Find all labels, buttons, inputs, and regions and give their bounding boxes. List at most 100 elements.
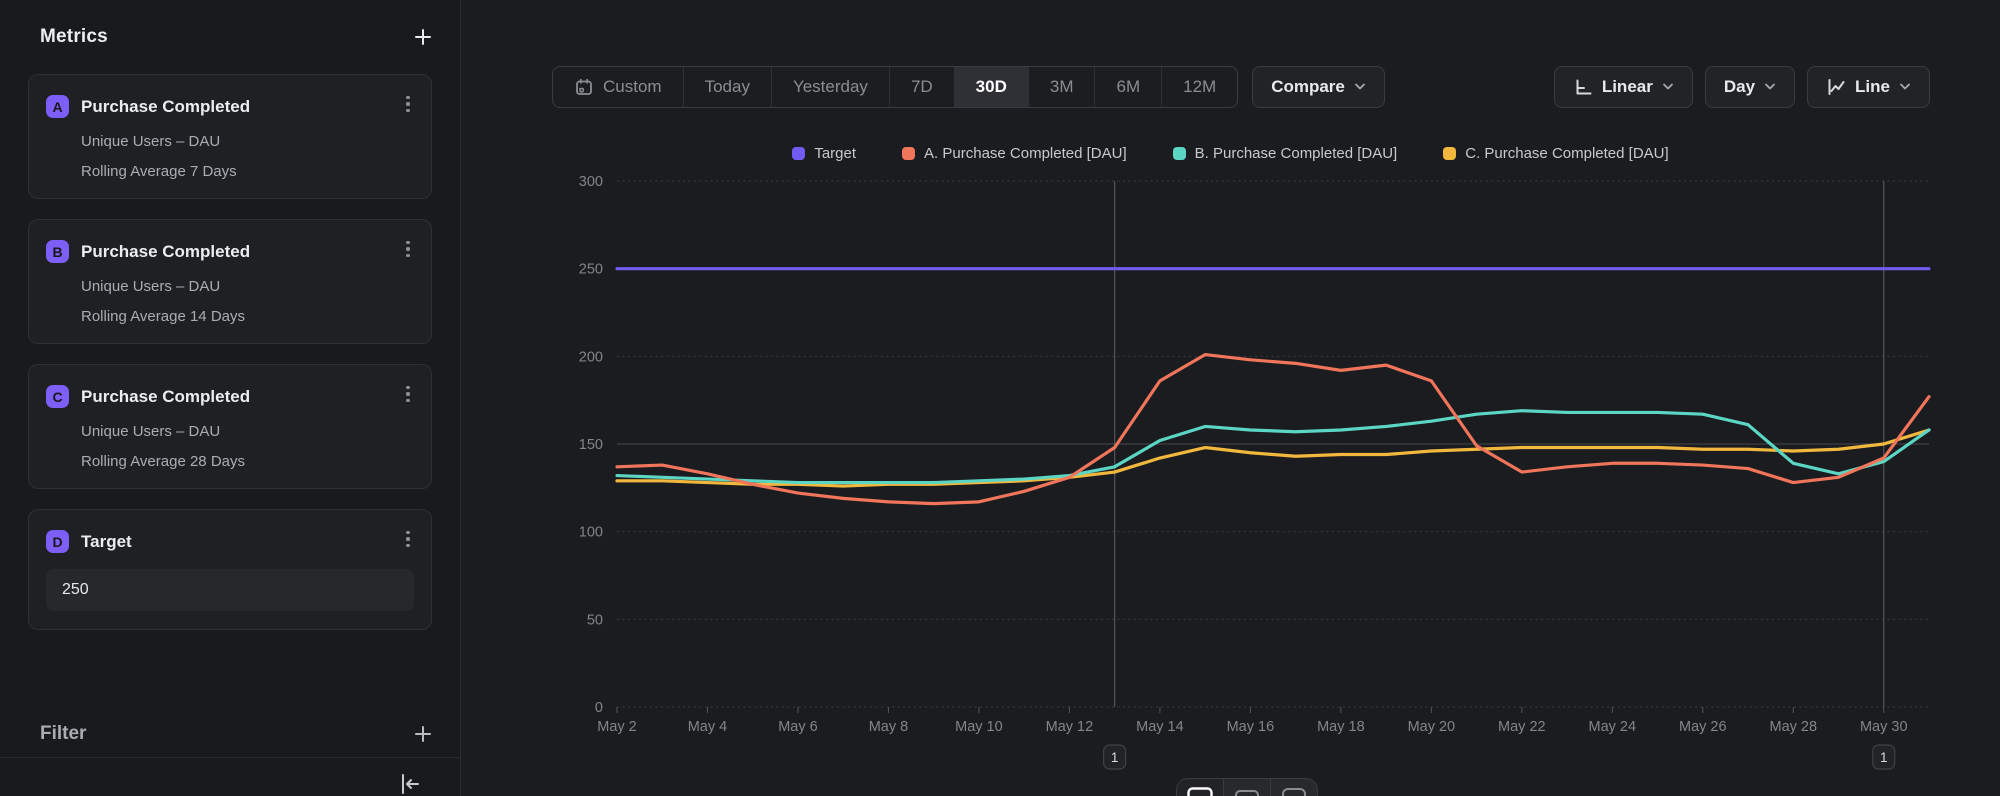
x-axis-label: May 22 — [1498, 719, 1546, 735]
chart-size-medium-icon — [1233, 786, 1261, 796]
x-axis-label: May 6 — [778, 719, 818, 735]
chart-display-controls: Linear Day Line — [1554, 66, 1930, 108]
legend-swatch — [902, 147, 915, 160]
chevron-down-icon — [1662, 83, 1674, 91]
metric-title: Purchase Completed — [81, 97, 250, 117]
legend-item[interactable]: B. Purchase Completed [DAU] — [1173, 145, 1398, 162]
x-axis-label: May 16 — [1227, 719, 1275, 735]
range-tab-3m[interactable]: 3M — [1028, 67, 1095, 107]
x-axis-label: May 8 — [869, 719, 909, 735]
legend-item[interactable]: C. Purchase Completed [DAU] — [1443, 145, 1668, 162]
line-chart-icon — [1826, 77, 1846, 97]
metric-badge-d: D — [46, 530, 69, 553]
interval-select-button[interactable]: Day — [1705, 66, 1795, 108]
y-axis-label: 0 — [595, 700, 603, 716]
chart-size-option-3[interactable] — [1270, 779, 1317, 796]
x-axis-label: May 18 — [1317, 719, 1365, 735]
metric-badge-a: A — [46, 95, 69, 118]
target-value-input[interactable] — [46, 569, 414, 611]
chart-size-option-2[interactable] — [1223, 779, 1270, 796]
x-axis-label: May 28 — [1769, 719, 1817, 735]
metric-card-b[interactable]: B Purchase Completed Unique Users – DAU … — [28, 219, 432, 344]
range-tab-yesterday[interactable]: Yesterday — [771, 67, 889, 107]
metric-cards: A Purchase Completed Unique Users – DAU … — [28, 74, 432, 650]
chart-legend: Target A. Purchase Completed [DAU] B. Purc… — [461, 145, 2000, 162]
metric-measure: Unique Users – DAU — [81, 423, 414, 440]
metric-title: Purchase Completed — [81, 242, 250, 262]
range-tab-7d[interactable]: 7D — [889, 67, 954, 107]
metrics-header: Metrics — [40, 26, 433, 48]
y-axis-label: 250 — [579, 262, 603, 278]
add-filter-button[interactable] — [413, 724, 433, 744]
filter-heading: Filter — [40, 723, 86, 745]
range-tab-6m[interactable]: 6M — [1094, 67, 1161, 107]
scale-select-button[interactable]: Linear — [1554, 66, 1693, 108]
y-axis-label: 100 — [579, 525, 603, 541]
series-line-b — [617, 411, 1929, 483]
collapse-left-icon — [398, 772, 422, 796]
target-options-button[interactable] — [397, 526, 419, 552]
x-axis-label: May 30 — [1860, 719, 1908, 735]
y-axis-label: 200 — [579, 349, 603, 365]
metric-badge-b: B — [46, 240, 69, 263]
legend-swatch — [1443, 147, 1456, 160]
add-metric-button[interactable] — [413, 27, 433, 47]
x-axis-label: May 24 — [1589, 719, 1637, 735]
metric-measure: Unique Users – DAU — [81, 133, 414, 150]
annotation-badge-label: 1 — [1880, 750, 1888, 765]
collapse-sidebar-button[interactable] — [398, 772, 422, 796]
calendar-icon — [574, 77, 594, 97]
date-range-tabs: CustomTodayYesterday7D30D3M6M12M — [552, 66, 1238, 108]
x-axis-label: May 26 — [1679, 719, 1727, 735]
chart-type-label: Line — [1855, 77, 1890, 97]
scale-label: Linear — [1602, 77, 1653, 97]
legend-swatch — [1173, 147, 1186, 160]
chart-size-option-1[interactable] — [1177, 779, 1223, 796]
chart-size-small-icon — [1186, 786, 1214, 796]
filter-section: Filter — [0, 723, 460, 796]
chart-size-strip — [1176, 778, 1318, 796]
metric-card-c[interactable]: C Purchase Completed Unique Users – DAU … — [28, 364, 432, 489]
legend-item[interactable]: Target — [792, 145, 856, 162]
metric-options-button[interactable] — [397, 381, 419, 407]
legend-swatch — [792, 147, 805, 160]
metric-rolling-average: Rolling Average 14 Days — [81, 308, 414, 325]
y-axis-label: 50 — [587, 612, 603, 628]
metric-card-a[interactable]: A Purchase Completed Unique Users – DAU … — [28, 74, 432, 199]
series-line-c — [617, 430, 1929, 486]
metric-title: Purchase Completed — [81, 387, 250, 407]
x-axis-label: May 4 — [688, 719, 728, 735]
legend-label: Target — [814, 145, 856, 162]
metric-options-button[interactable] — [397, 91, 419, 117]
compare-button[interactable]: Compare — [1252, 66, 1385, 108]
interval-label: Day — [1724, 77, 1755, 97]
x-axis-label: May 2 — [597, 719, 637, 735]
range-tab-12m[interactable]: 12M — [1161, 67, 1237, 107]
chart-size-large-icon — [1280, 786, 1308, 796]
metric-rolling-average: Rolling Average 28 Days — [81, 453, 414, 470]
metric-options-button[interactable] — [397, 236, 419, 262]
chevron-down-icon — [1899, 83, 1911, 91]
legend-label: C. Purchase Completed [DAU] — [1465, 145, 1668, 162]
target-card[interactable]: D Target — [28, 509, 432, 630]
range-tab-custom[interactable]: Custom — [553, 67, 683, 107]
app: Metrics A Purchase Completed Unique User… — [0, 0, 2000, 796]
plus-icon — [413, 27, 433, 47]
legend-label: B. Purchase Completed [DAU] — [1195, 145, 1398, 162]
x-axis-label: May 12 — [1046, 719, 1094, 735]
compare-label: Compare — [1271, 77, 1345, 97]
y-axis-label: 150 — [579, 437, 603, 453]
metrics-heading: Metrics — [40, 26, 108, 48]
x-axis-label: May 14 — [1136, 719, 1184, 735]
metric-badge-c: C — [46, 385, 69, 408]
linear-axis-icon — [1573, 77, 1593, 97]
plus-icon — [413, 724, 433, 744]
range-tab-today[interactable]: Today — [683, 67, 771, 107]
annotation-badge-label: 1 — [1111, 750, 1119, 765]
legend-item[interactable]: A. Purchase Completed [DAU] — [902, 145, 1127, 162]
metric-measure: Unique Users – DAU — [81, 278, 414, 295]
range-tab-30d[interactable]: 30D — [954, 67, 1028, 107]
chart-toolbar: CustomTodayYesterday7D30D3M6M12M Compare… — [552, 66, 1930, 108]
metric-rolling-average: Rolling Average 7 Days — [81, 163, 414, 180]
chart-type-select-button[interactable]: Line — [1807, 66, 1930, 108]
